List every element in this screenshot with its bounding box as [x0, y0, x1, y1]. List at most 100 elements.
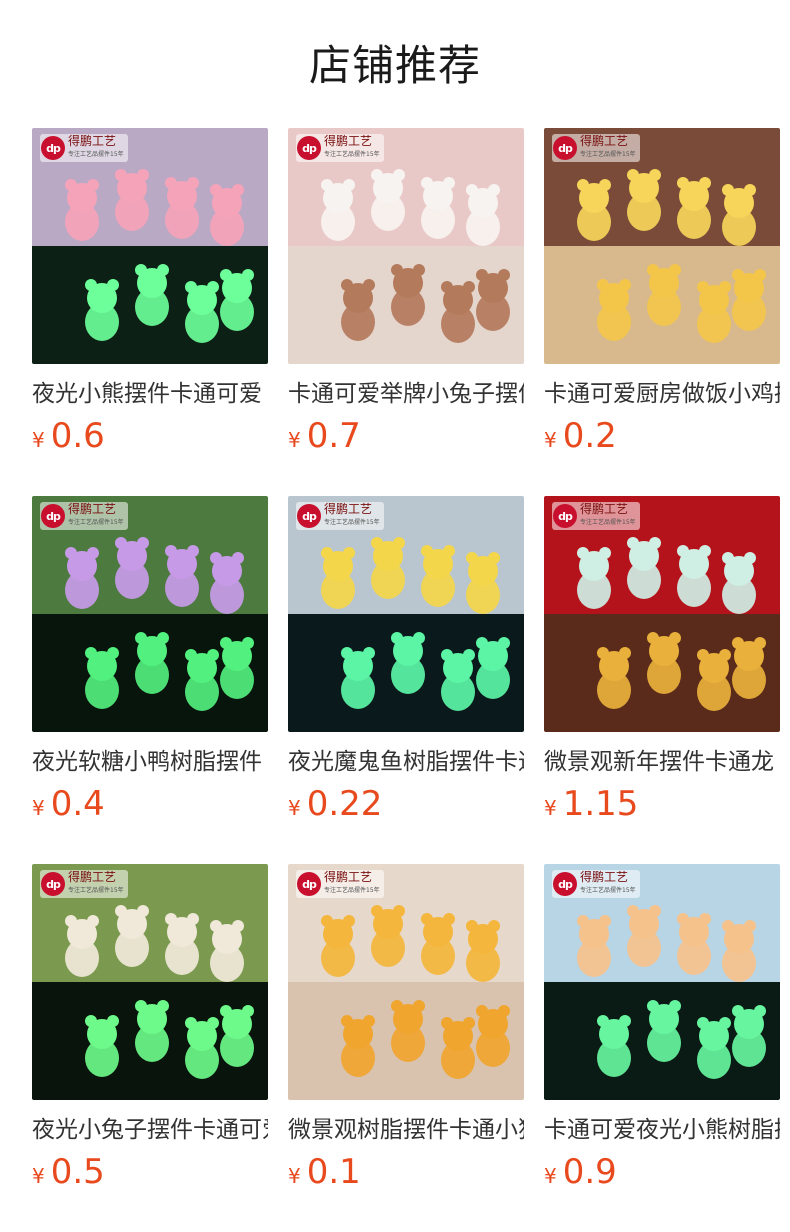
- figurine-ear: [599, 547, 611, 559]
- product-name[interactable]: 夜光魔鬼鱼树脂摆件卡通: [288, 744, 524, 780]
- figurine-ear: [363, 1015, 375, 1027]
- figurine-ear: [220, 1005, 232, 1017]
- currency-symbol: ¥: [544, 1164, 557, 1188]
- product-image[interactable]: dp 得鹏工艺 专注工艺品摆件15年: [32, 864, 268, 1100]
- dp-logo-icon: dp: [41, 504, 65, 528]
- product-card-7[interactable]: dp 得鹏工艺 专注工艺品摆件15年 夜光小兔子摆件卡通可爱 ¥0.5: [32, 864, 268, 1194]
- price-value: 0.22: [306, 784, 383, 824]
- product-image[interactable]: dp 得鹏工艺 专注工艺品摆件15年: [544, 128, 780, 364]
- price-value: 0.4: [50, 784, 105, 824]
- brand-logo: dp 得鹏工艺 专注工艺品摆件15年: [552, 870, 640, 898]
- product-card-5[interactable]: dp 得鹏工艺 专注工艺品摆件15年 夜光魔鬼鱼树脂摆件卡通 ¥0.22: [288, 496, 524, 826]
- dp-logo-icon: dp: [553, 504, 577, 528]
- brand-subtext: 专注工艺品摆件15年: [580, 887, 636, 894]
- product-name[interactable]: 卡通可爱夜光小熊树脂摆件: [544, 1112, 780, 1148]
- figurine-ear: [87, 915, 99, 927]
- product-image[interactable]: dp 得鹏工艺 专注工艺品摆件15年: [32, 128, 268, 364]
- figurine-ear: [488, 552, 500, 564]
- product-image[interactable]: dp 得鹏工艺 专注工艺品摆件15年: [288, 864, 524, 1100]
- brand-subtext: 专注工艺品摆件15年: [68, 151, 124, 158]
- figurine-ear: [232, 552, 244, 564]
- figurine-ear: [732, 1005, 744, 1017]
- figurine-ear: [413, 1000, 425, 1012]
- figurine-ear: [421, 177, 433, 189]
- product-card-4[interactable]: dp 得鹏工艺 专注工艺品摆件15年 夜光软糖小鸭树脂摆件 ¥0.4: [32, 496, 268, 826]
- price-value: 0.9: [562, 1152, 617, 1192]
- figurine-ear: [185, 649, 197, 661]
- brand-subtext: 专注工艺品摆件15年: [580, 519, 636, 526]
- product-card-9[interactable]: dp 得鹏工艺 专注工艺品摆件15年 卡通可爱夜光小熊树脂摆件 ¥0.9: [544, 864, 780, 1194]
- product-card-6[interactable]: dp 得鹏工艺 专注工艺品摆件15年 微景观新年摆件卡通龙 ¥1.15: [544, 496, 780, 826]
- figurine-ear: [697, 649, 709, 661]
- figurine-ear: [65, 179, 77, 191]
- brand-name: 得鹏工艺: [324, 870, 373, 884]
- figurine-ear: [669, 1000, 681, 1012]
- product-name[interactable]: 夜光软糖小鸭树脂摆件: [32, 744, 268, 780]
- figurine-ear: [107, 279, 119, 291]
- figurine-ear: [466, 920, 478, 932]
- figurine-ear: [137, 537, 149, 549]
- product-name[interactable]: 微景观新年摆件卡通龙: [544, 744, 780, 780]
- product-name[interactable]: 夜光小熊摆件卡通可爱: [32, 376, 268, 412]
- product-image[interactable]: dp 得鹏工艺 专注工艺品摆件15年: [288, 128, 524, 364]
- product-name[interactable]: 卡通可爱举牌小兔子摆件: [288, 376, 524, 412]
- brand-logo: dp 得鹏工艺 专注工艺品摆件15年: [552, 134, 640, 162]
- brand-subtext: 专注工艺品摆件15年: [68, 519, 124, 526]
- figurine-ear: [343, 547, 355, 559]
- dp-logo-icon: dp: [297, 504, 321, 528]
- figurine-ear: [371, 537, 383, 549]
- product-name[interactable]: 微景观树脂摆件卡通小狗: [288, 1112, 524, 1148]
- figurine-ear: [135, 632, 147, 644]
- brand-logo: dp 得鹏工艺 专注工艺品摆件15年: [40, 134, 128, 162]
- product-image[interactable]: dp 得鹏工艺 专注工艺品摆件15年: [32, 496, 268, 732]
- product-image[interactable]: dp 得鹏工艺 专注工艺品摆件15年: [544, 496, 780, 732]
- figurine-ear: [619, 1015, 631, 1027]
- product-card-3[interactable]: dp 得鹏工艺 专注工艺品摆件15年 卡通可爱厨房做饭小鸡摆件 ¥0.2: [544, 128, 780, 458]
- figurine-ear: [619, 279, 631, 291]
- figurine-ear: [321, 547, 333, 559]
- product-image[interactable]: dp 得鹏工艺 专注工艺品摆件15年: [544, 864, 780, 1100]
- product-price: ¥0.2: [544, 416, 617, 460]
- figurine-ear: [627, 905, 639, 917]
- price-value: 0.5: [50, 1152, 105, 1192]
- figurine-ear: [187, 913, 199, 925]
- figurine-ear: [669, 632, 681, 644]
- product-card-1[interactable]: dp 得鹏工艺 专注工艺品摆件15年 夜光小熊摆件卡通可爱 ¥0.6: [32, 128, 268, 458]
- figurine-ear: [647, 632, 659, 644]
- figurine-ear: [443, 177, 455, 189]
- product-card-8[interactable]: dp 得鹏工艺 专注工艺品摆件15年 微景观树脂摆件卡通小狗 ¥0.1: [288, 864, 524, 1194]
- figurine-ear: [669, 264, 681, 276]
- figurine-ear: [599, 179, 611, 191]
- figurine-ear: [677, 177, 689, 189]
- figurine-ear: [157, 1000, 169, 1012]
- figurine-ear: [85, 279, 97, 291]
- currency-symbol: ¥: [32, 796, 45, 820]
- brand-name: 得鹏工艺: [68, 134, 117, 148]
- figurine-ear: [754, 269, 766, 281]
- figurine-ear: [719, 281, 731, 293]
- currency-symbol: ¥: [288, 1164, 301, 1188]
- brand-subtext: 专注工艺品摆件15年: [324, 887, 380, 894]
- figurine-ear: [393, 537, 405, 549]
- cooking-chick-figurines-photo: [544, 128, 780, 364]
- figurine-ear: [647, 264, 659, 276]
- figurine-ear: [413, 632, 425, 644]
- figurine-ear: [363, 647, 375, 659]
- figurine-ear: [649, 905, 661, 917]
- product-name[interactable]: 卡通可爱厨房做饭小鸡摆件: [544, 376, 780, 412]
- figurine-ear: [463, 281, 475, 293]
- figurine-ear: [321, 179, 333, 191]
- figurine-ear: [165, 177, 177, 189]
- figurine-ear: [476, 1005, 488, 1017]
- figurine-ear: [732, 637, 744, 649]
- figurine-ear: [107, 647, 119, 659]
- figurine-ear: [232, 184, 244, 196]
- figurine-ear: [107, 1015, 119, 1027]
- product-card-2[interactable]: dp 得鹏工艺 专注工艺品摆件15年 卡通可爱举牌小兔子摆件 ¥0.7: [288, 128, 524, 458]
- currency-symbol: ¥: [288, 428, 301, 452]
- product-name[interactable]: 夜光小兔子摆件卡通可爱: [32, 1112, 268, 1148]
- product-image[interactable]: dp 得鹏工艺 专注工艺品摆件15年: [288, 496, 524, 732]
- brand-name: 得鹏工艺: [324, 134, 373, 148]
- figurine-ear: [754, 637, 766, 649]
- figurine-ear: [697, 1017, 709, 1029]
